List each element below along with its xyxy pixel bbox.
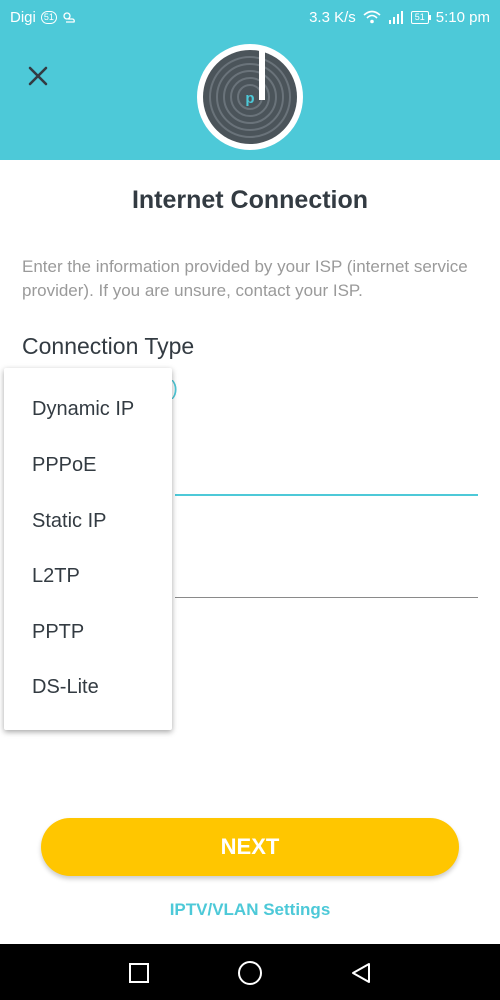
- home-button[interactable]: [235, 958, 265, 988]
- svg-text:p: p: [245, 90, 254, 107]
- page-description: Enter the information provided by your I…: [22, 257, 468, 300]
- weather-icon: [63, 12, 75, 23]
- navigation-bar: [0, 944, 500, 1000]
- iptv-vlan-settings-link[interactable]: IPTV/VLAN Settings: [0, 900, 500, 920]
- dropdown-item-l2tp[interactable]: L2TP: [32, 565, 80, 588]
- field-underline: [175, 597, 478, 598]
- dropdown-item-pppoe[interactable]: PPPoE: [32, 454, 96, 477]
- sim-badge: 51: [40, 10, 57, 24]
- circle-icon: [238, 961, 262, 985]
- recent-apps-button[interactable]: [124, 958, 154, 988]
- triangle-back-icon: [352, 963, 370, 983]
- battery-indicator: 51: [410, 10, 431, 24]
- status-bar: Digi 51 3.3 K/s 51 5:10 pm: [0, 0, 500, 34]
- connection-type-label: Connection Type: [22, 333, 195, 359]
- clock: 5:10 pm: [435, 8, 490, 26]
- dropdown-item-static-ip[interactable]: Static IP: [32, 510, 106, 533]
- next-button[interactable]: NEXT: [41, 818, 459, 876]
- wifi-icon: [363, 10, 381, 24]
- device-logo: p: [197, 44, 303, 150]
- header: p: [0, 34, 500, 160]
- page-title: Internet Connection: [131, 186, 369, 214]
- dropdown-item-pptp[interactable]: PPTP: [32, 621, 84, 644]
- back-button[interactable]: [346, 958, 376, 988]
- close-button[interactable]: [18, 56, 58, 96]
- dropdown-item-dynamic-ip[interactable]: Dynamic IP: [32, 398, 134, 421]
- carrier-label: Digi: [10, 8, 36, 26]
- deco-logo-icon: p: [203, 50, 297, 144]
- signal-icon: [388, 11, 403, 24]
- close-icon: [28, 66, 48, 86]
- field-underline-active: [175, 494, 478, 496]
- network-speed: 3.3 K/s: [309, 8, 356, 26]
- connection-type-dropdown: Dynamic IP PPPoE Static IP L2TP PPTP DS-…: [4, 368, 172, 730]
- dropdown-item-ds-lite[interactable]: DS-Lite: [32, 676, 99, 699]
- status-left: Digi 51: [10, 9, 76, 26]
- square-icon: [129, 963, 149, 983]
- status-right: 3.3 K/s 51 5:10 pm: [309, 9, 490, 26]
